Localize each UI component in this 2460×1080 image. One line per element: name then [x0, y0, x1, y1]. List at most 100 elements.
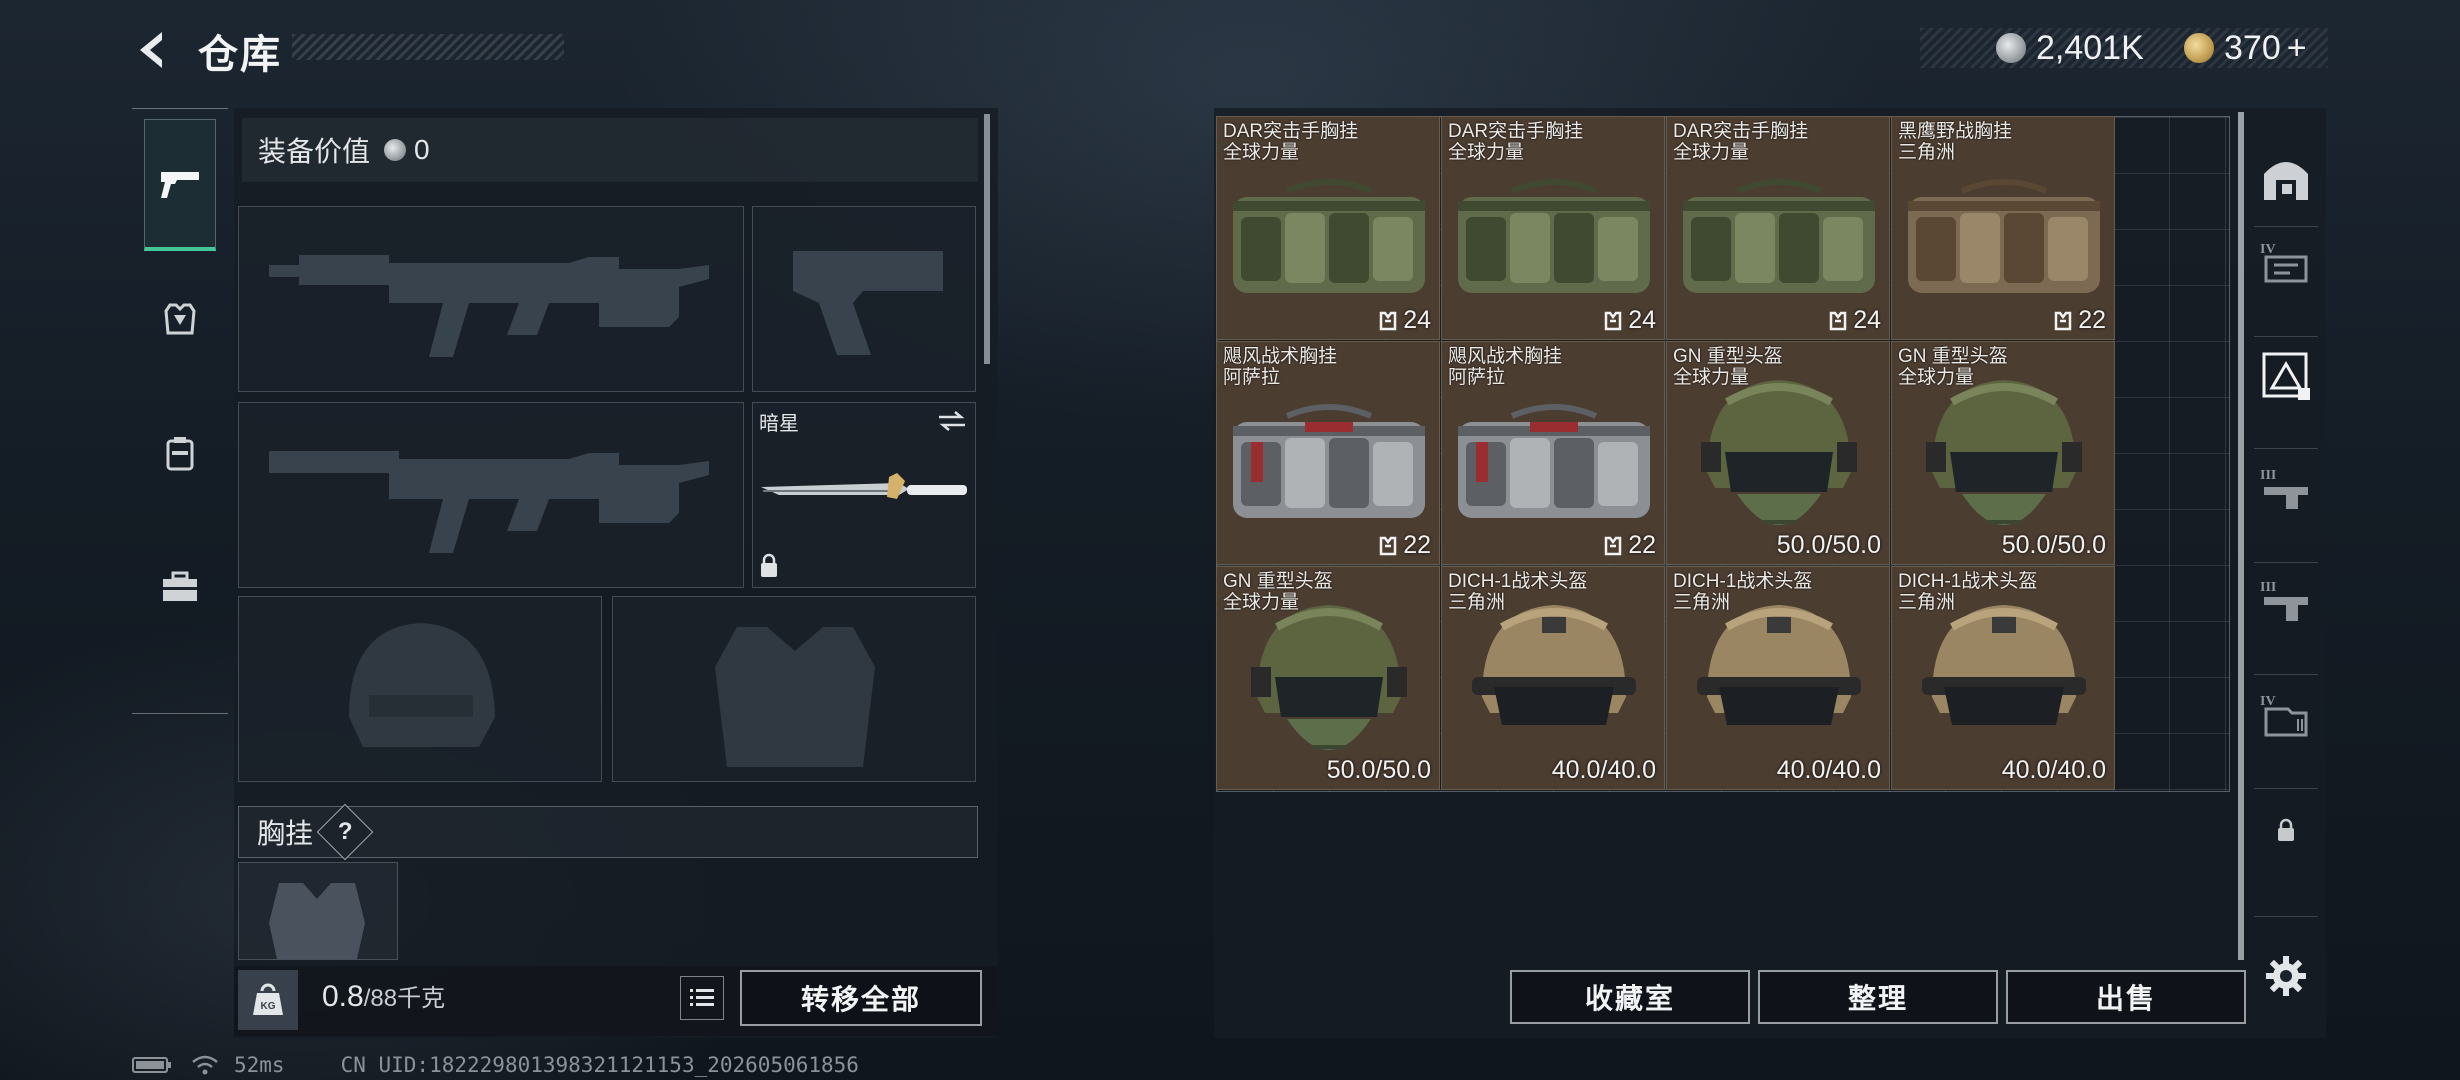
- storage-item[interactable]: DICH-1战术头盔 三角洲 40.0/40.0: [1891, 566, 2115, 790]
- body-armor-slot[interactable]: [612, 596, 976, 782]
- wifi-icon: [192, 1055, 218, 1075]
- sidearm-slot[interactable]: [752, 206, 976, 392]
- storage-case-iv-icon: IV: [2260, 242, 2308, 283]
- storage-item[interactable]: DAR突击手胸挂 全球力量 24: [1441, 116, 1665, 340]
- pistol-icon: [161, 171, 199, 198]
- gear-icon: [2266, 956, 2306, 996]
- tab-storage-3a[interactable]: III: [2254, 458, 2318, 522]
- rig-capacity-icon: [1604, 311, 1622, 330]
- back-button[interactable]: [132, 28, 176, 72]
- nav-divider: [2254, 788, 2318, 789]
- chest-rig-header: 胸挂 ?: [238, 803, 978, 861]
- primary-weapon-slot[interactable]: [238, 206, 744, 392]
- item-name: GN 重型头盔 全球力量: [1898, 346, 2008, 388]
- equip-value-label: 装备价值: [258, 136, 371, 167]
- warehouse-icon: [2264, 162, 2308, 200]
- helmet-slot[interactable]: [238, 596, 602, 782]
- gold-add-button[interactable]: +: [2287, 29, 2307, 68]
- chest-rig-slot[interactable]: [238, 862, 398, 960]
- nav-backpack[interactable]: [144, 387, 216, 519]
- lock-icon: [761, 553, 777, 577]
- item-title: GN 重型头盔: [1898, 346, 2008, 367]
- chest-rig-silhouette-icon: [269, 883, 365, 959]
- item-durability: 50.0/50.0: [1327, 756, 1431, 785]
- storage-item[interactable]: DAR突击手胸挂 全球力量 24: [1666, 116, 1890, 340]
- nav-divider: [2254, 336, 2318, 337]
- vest-silhouette-icon: [715, 627, 875, 767]
- rifle-silhouette-icon: [269, 255, 709, 357]
- storage-item[interactable]: GN 重型头盔 全球力量 50.0/50.0: [1891, 341, 2115, 565]
- rifle-silhouette-icon: [269, 451, 709, 553]
- tab-storage-4a[interactable]: IV: [2254, 232, 2318, 296]
- nav-weapons[interactable]: [144, 119, 216, 251]
- tab-locked[interactable]: [2254, 798, 2318, 862]
- battery-icon: [132, 1057, 171, 1073]
- silver-coin-icon: [1996, 33, 2026, 63]
- left-category-nav: [132, 108, 228, 714]
- storage-item[interactable]: 飓风战术胸挂 阿萨拉 22: [1441, 341, 1665, 565]
- melee-label: 暗星: [759, 413, 799, 435]
- item-title: DAR突击手胸挂: [1448, 121, 1584, 142]
- item-name: DAR突击手胸挂 全球力量: [1673, 121, 1808, 163]
- currency-silver[interactable]: 2,401K: [1996, 28, 2144, 68]
- settings-button[interactable]: [2254, 944, 2318, 1008]
- item-count: 24: [1628, 306, 1656, 334]
- item-faction: 全球力量: [1223, 142, 1300, 163]
- tab-storage-4b[interactable]: IV: [2254, 684, 2318, 748]
- weight-max: /88千克: [363, 985, 446, 1012]
- item-title: DICH-1战术头盔: [1448, 571, 1588, 592]
- currency-gold[interactable]: 370 +: [2184, 28, 2307, 68]
- tab-storage-main[interactable]: [2254, 146, 2318, 210]
- nav-divider: [2254, 916, 2318, 917]
- secondary-weapon-slot[interactable]: [238, 402, 744, 588]
- item-faction: 三角洲: [1898, 142, 1956, 163]
- item-faction: 全球力量: [1223, 592, 1300, 613]
- nav-armor[interactable]: [144, 253, 216, 385]
- weight-icon-box: KG: [238, 970, 298, 1030]
- storage-item[interactable]: DICH-1战术头盔 三角洲 40.0/40.0: [1666, 566, 1890, 790]
- transfer-all-button[interactable]: 转移全部: [740, 970, 982, 1026]
- loadout-scrollbar[interactable]: [984, 114, 990, 364]
- storage-item[interactable]: DAR突击手胸挂 全球力量 24: [1216, 116, 1440, 340]
- item-title: DICH-1战术头盔: [1898, 571, 2038, 592]
- rig-capacity-icon: [1604, 536, 1622, 555]
- item-durability: 40.0/40.0: [1777, 756, 1881, 785]
- storage-item[interactable]: GN 重型头盔 全球力量 50.0/50.0: [1666, 341, 1890, 565]
- durability-value: 40.0/40.0: [1776, 756, 1881, 784]
- nav-divider: [2254, 562, 2318, 563]
- equipment-value-header: 装备价值 0: [242, 118, 978, 182]
- list-view-button[interactable]: [680, 976, 724, 1020]
- item-faction: 三角洲: [1673, 592, 1731, 613]
- storage-item[interactable]: 飓风战术胸挂 阿萨拉 22: [1216, 341, 1440, 565]
- collection-room-button[interactable]: 收藏室: [1510, 970, 1750, 1024]
- storage-item[interactable]: 黑鹰野战胸挂 三角洲 22: [1891, 116, 2115, 340]
- silver-coin-icon: [384, 139, 407, 161]
- lock-icon: [2278, 818, 2294, 841]
- nav-toolbox[interactable]: [144, 521, 216, 653]
- item-capacity: 24: [1827, 306, 1881, 335]
- item-name: DICH-1战术头盔 三角洲: [1448, 571, 1587, 613]
- silver-amount: 2,401K: [2036, 28, 2144, 67]
- item-faction: 阿萨拉: [1448, 367, 1506, 388]
- item-capacity: 24: [1602, 306, 1656, 335]
- item-count: 22: [1403, 531, 1431, 559]
- item-capacity: 24: [1377, 306, 1431, 335]
- rig-capacity-icon: [1379, 311, 1397, 330]
- item-faction: 阿萨拉: [1223, 367, 1281, 388]
- item-durability: 40.0/40.0: [2002, 756, 2106, 785]
- sort-button[interactable]: 整理: [1758, 970, 1998, 1024]
- storage-item[interactable]: GN 重型头盔 全球力量 50.0/50.0: [1216, 566, 1440, 790]
- durability-value: 40.0/40.0: [2001, 756, 2106, 784]
- tab-storage-selected[interactable]: [2254, 344, 2318, 408]
- swap-icon[interactable]: [937, 409, 967, 433]
- knife-icon: [761, 473, 967, 499]
- durability-value: 40.0/40.0: [1551, 756, 1656, 784]
- storage-item[interactable]: DICH-1战术头盔 三角洲 40.0/40.0: [1441, 566, 1665, 790]
- help-mark: ?: [337, 817, 353, 845]
- melee-slot[interactable]: 暗星: [752, 402, 976, 588]
- sell-button[interactable]: 出售: [2006, 970, 2246, 1024]
- item-name: GN 重型头盔 全球力量: [1223, 571, 1333, 613]
- item-name: DAR突击手胸挂 全球力量: [1448, 121, 1583, 163]
- help-button[interactable]: ?: [316, 803, 374, 861]
- tab-storage-3b[interactable]: III: [2254, 570, 2318, 634]
